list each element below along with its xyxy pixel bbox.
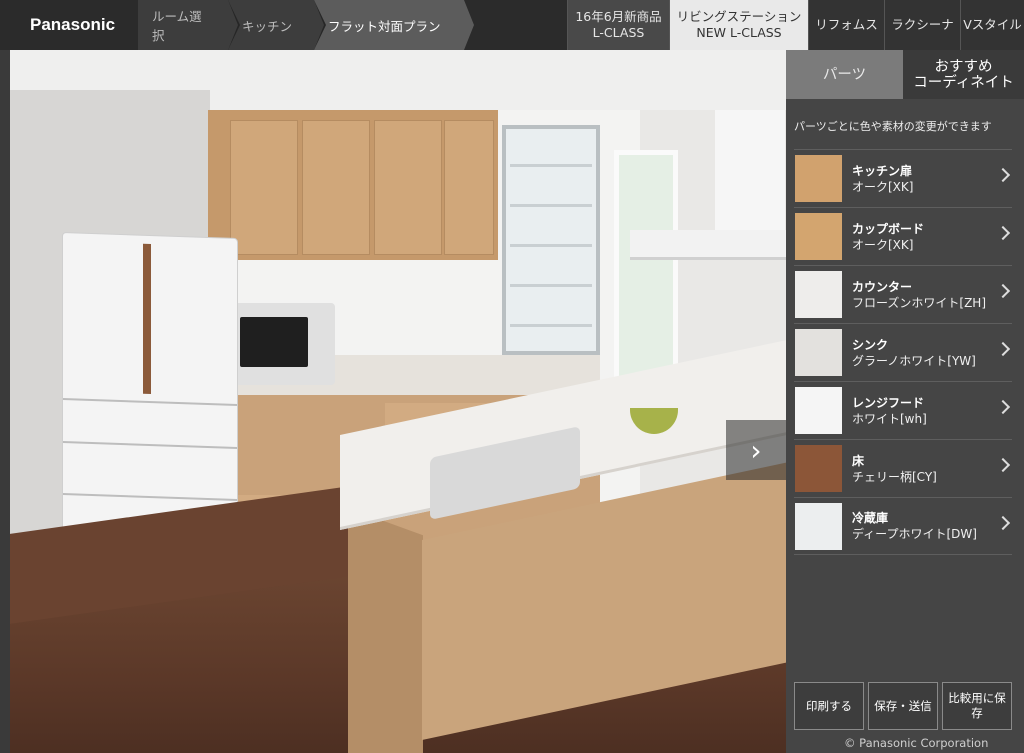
- tab-parts[interactable]: パーツ: [786, 50, 903, 99]
- color-swatch: [795, 502, 842, 550]
- color-swatch: [795, 387, 842, 434]
- color-swatch: [795, 329, 842, 376]
- tab-v-style[interactable]: Vスタイル: [960, 0, 1024, 50]
- shelf: [510, 324, 592, 327]
- range-hood-duct: [715, 110, 785, 235]
- tab-line1: 16年6月新商品: [575, 9, 662, 24]
- part-text: 床チェリー柄[CY]: [852, 453, 1012, 485]
- part-text: 冷蔵庫ディープホワイト[DW]: [852, 510, 1012, 542]
- shelf: [510, 164, 592, 167]
- tab-line1: ラクシーナ: [891, 17, 954, 32]
- part-value: チェリー柄[CY]: [852, 469, 937, 484]
- top-navigation-bar: Panasonic ルーム選択 キッチン フラット対面プラン 16年6月新商品 L…: [0, 0, 1024, 50]
- list-item[interactable]: 床チェリー柄[CY]: [794, 439, 1012, 497]
- tab-line1: リビングステーション: [676, 9, 802, 24]
- part-text: カウンター フローズンホワイト[ZH]: [852, 279, 1012, 311]
- tab-line1: Vスタイル: [963, 17, 1022, 32]
- fridge-handle: [143, 243, 151, 395]
- shelf: [510, 204, 592, 207]
- part-value: オーク[XK]: [852, 179, 914, 194]
- tab-recommended-coordinate[interactable]: おすすめ コーディネイト: [903, 50, 1024, 99]
- island-side-panel: [348, 508, 423, 753]
- part-text: カップボード オーク[XK]: [852, 221, 1012, 253]
- fridge-seam: [63, 397, 237, 407]
- product-tabs: 16年6月新商品 L-CLASS リビングステーション NEW L-CLASS リフ…: [567, 0, 1024, 50]
- parts-list: キッチン扉 オーク[XK] カップボード オーク[XK] カウンター フローズンホワイト[…: [794, 149, 1012, 555]
- tab-line2: L-CLASS: [592, 25, 645, 40]
- color-swatch: [795, 271, 842, 318]
- breadcrumb-flat-plan[interactable]: フラット対面プラン: [314, 0, 474, 50]
- part-name: 冷蔵庫: [852, 511, 889, 525]
- list-item[interactable]: レンジフード ホワイト[wh]: [794, 381, 1012, 439]
- part-text: シンク グラーノホワイト[YW]: [852, 337, 1012, 369]
- tab-line2: NEW L-CLASS: [696, 25, 782, 40]
- part-value: ディープホワイト[DW]: [852, 527, 977, 541]
- fridge-seam: [63, 492, 237, 502]
- action-buttons: 印刷する 保存・送信 比較用に保存: [794, 682, 1012, 730]
- panasonic-logo[interactable]: Panasonic: [0, 0, 138, 50]
- part-text: レンジフード ホワイト[wh]: [852, 395, 1012, 427]
- part-text: キッチン扉 オーク[XK]: [852, 163, 1012, 195]
- tab-l-class[interactable]: 16年6月新商品 L-CLASS: [567, 0, 669, 50]
- tab-living-station[interactable]: リビングステーション NEW L-CLASS: [669, 0, 808, 50]
- parts-panel: パーツ おすすめ コーディネイト パーツごとに色や素材の変更ができます キッチン…: [786, 50, 1024, 753]
- breadcrumb-label: フラット対面プラン: [328, 18, 441, 34]
- panel-tabs: パーツ おすすめ コーディネイト: [786, 50, 1024, 99]
- breadcrumb-label: ルーム選択: [152, 9, 202, 43]
- kitchen-preview-image: ›: [10, 50, 786, 753]
- microwave: [232, 303, 335, 385]
- list-item[interactable]: カップボード オーク[XK]: [794, 207, 1012, 265]
- part-name: 床: [852, 453, 865, 468]
- shelf: [510, 284, 592, 287]
- cabinet-door: [374, 120, 442, 255]
- save-for-compare-button[interactable]: 比較用に保存: [942, 682, 1012, 730]
- breadcrumb-room-select[interactable]: ルーム選択: [138, 0, 240, 50]
- tab-raxina[interactable]: ラクシーナ: [884, 0, 960, 50]
- color-swatch: [795, 213, 842, 260]
- part-name: シンク: [852, 337, 889, 352]
- breadcrumb: ルーム選択 キッチン フラット対面プラン: [138, 0, 474, 50]
- breadcrumb-kitchen[interactable]: キッチン: [228, 0, 326, 50]
- save-send-button[interactable]: 保存・送信: [868, 682, 938, 730]
- part-value: オーク[XK]: [852, 237, 914, 252]
- part-name: キッチン扉: [852, 163, 913, 178]
- fridge-seam: [63, 440, 237, 450]
- list-item[interactable]: キッチン扉 オーク[XK]: [794, 149, 1012, 207]
- chevron-right-icon: ›: [750, 433, 762, 467]
- color-swatch: [795, 155, 842, 202]
- microwave-door: [240, 317, 308, 367]
- cabinet-door: [302, 120, 370, 255]
- upper-cabinet: [208, 110, 498, 260]
- part-value: フローズンホワイト[ZH]: [852, 295, 987, 310]
- part-name: カウンター: [852, 279, 913, 294]
- shelf: [510, 244, 592, 247]
- color-swatch: [795, 445, 842, 492]
- part-name: レンジフード: [852, 395, 925, 410]
- copyright: © Panasonic Corporation: [844, 736, 989, 750]
- next-view-button[interactable]: ›: [726, 420, 786, 480]
- glass-cupboard: [502, 125, 600, 355]
- panel-instruction: パーツごとに色や素材の変更ができます: [794, 120, 992, 133]
- list-item[interactable]: 冷蔵庫ディープホワイト[DW]: [794, 497, 1012, 555]
- part-name: カップボード: [852, 221, 925, 236]
- print-button[interactable]: 印刷する: [794, 682, 864, 730]
- list-item[interactable]: カウンター フローズンホワイト[ZH]: [794, 265, 1012, 323]
- part-value: ホワイト[wh]: [852, 411, 927, 426]
- cabinet-door: [444, 120, 494, 255]
- cabinet-door: [230, 120, 298, 255]
- list-item[interactable]: シンク グラーノホワイト[YW]: [794, 323, 1012, 381]
- tab-line1: リフォムス: [815, 17, 878, 32]
- tab-reforms[interactable]: リフォムス: [808, 0, 884, 50]
- range-hood: [630, 230, 786, 260]
- part-value: グラーノホワイト[YW]: [852, 353, 976, 368]
- breadcrumb-label: キッチン: [242, 18, 293, 34]
